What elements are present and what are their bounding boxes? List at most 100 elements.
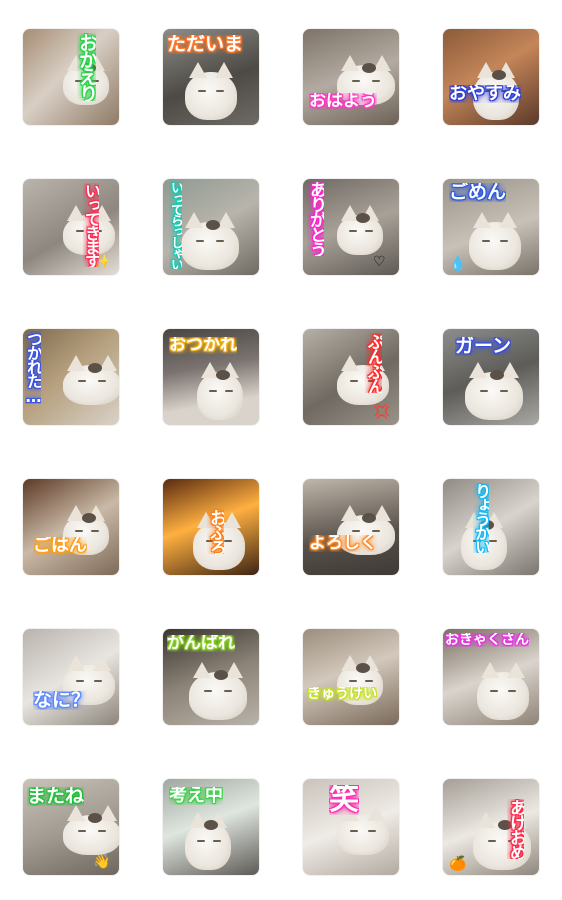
sticker-13[interactable]: ごはん [23, 479, 119, 575]
cat-ear [223, 512, 241, 528]
sticker-caption: おふろ [207, 509, 224, 554]
cat-eye [482, 240, 490, 243]
cat-eye [74, 530, 83, 533]
cat-ear [185, 212, 203, 228]
sticker-7[interactable]: ♡ ありがとう [303, 179, 399, 275]
sticker-caption: いってらっしゃい [169, 181, 182, 269]
cat-ear [93, 655, 111, 671]
cat-ear [341, 355, 359, 371]
sticker-caption: おはよう [309, 93, 377, 110]
sticker-1[interactable]: おかえり [23, 29, 119, 125]
sticker-18[interactable]: がんばれ [163, 629, 259, 725]
sticker-14[interactable]: おふろ [163, 479, 259, 575]
cat-eye [364, 230, 373, 233]
cat-eye [77, 380, 86, 383]
sticker-5[interactable]: ✨ いってきます [23, 179, 119, 275]
cat-eye [212, 840, 221, 843]
sticker-16[interactable]: りょうかい [443, 479, 539, 575]
cat-eye [371, 530, 380, 533]
sticker-3[interactable]: おはよう [303, 29, 399, 125]
cat-patch [204, 820, 218, 830]
sticker-11[interactable]: 💢 ぷんぷん [303, 329, 399, 425]
cat-eye [499, 390, 508, 393]
sticker-grid: おかえり ただいまおはよう おやすみ ✨ いってきます いってらっしゃい ♡ ありがとう 💧 ごめ… [0, 0, 562, 900]
sticker-15[interactable]: よろしく [303, 479, 399, 575]
cat-eye [351, 80, 360, 83]
sticker-caption: 笑 [329, 785, 359, 815]
sticker-caption: ありがとう [307, 181, 324, 256]
sticker-2[interactable]: ただいま [163, 29, 259, 125]
cat-eye [76, 680, 84, 683]
cat-eye [196, 840, 205, 843]
cat-patch [356, 663, 370, 673]
sticker-caption: おやすみ [449, 85, 521, 103]
cat-ear [469, 362, 487, 378]
sticker-20[interactable]: おきゃくさん [443, 629, 539, 725]
sticker-caption: ガーン [455, 337, 512, 356]
sticker-caption: ごめん [449, 183, 507, 202]
cat-eye [94, 680, 103, 683]
cat-eye [198, 90, 206, 93]
cat-patch [490, 370, 504, 380]
sticker-4[interactable]: おやすみ [443, 29, 539, 125]
cat-eye [490, 690, 498, 693]
cat-patch [88, 813, 102, 823]
cat-patch [216, 370, 230, 380]
cat-eye [508, 690, 517, 693]
cat-ear [341, 55, 359, 71]
sticker-caption: きゅうけい [307, 687, 377, 701]
cat-figure [337, 815, 389, 855]
sticker-6[interactable]: いってらっしゃい [163, 179, 259, 275]
cat-figure [469, 222, 521, 270]
cat-eye [487, 840, 496, 843]
cat-ear [477, 812, 495, 828]
sticker-12[interactable]: ガーン [443, 329, 539, 425]
cat-eye [348, 230, 357, 233]
cat-patch [88, 363, 102, 373]
cat-eye [90, 530, 99, 533]
decoration-icon: 👋 [93, 854, 111, 870]
sticker-caption: ぷんぷん [365, 333, 382, 393]
sticker-caption: りょうかい [473, 483, 489, 553]
cat-patch [82, 513, 96, 523]
sticker-caption: つかれた… [25, 331, 41, 404]
sticker-21[interactable]: 👋 またね [23, 779, 119, 875]
cat-eye [224, 390, 233, 393]
sticker-22[interactable]: 考え中 [163, 779, 259, 875]
decoration-icon: 💢 [373, 404, 391, 420]
sticker-caption: ごはん [33, 537, 87, 555]
cat-eye [216, 90, 225, 93]
cat-eye [351, 530, 360, 533]
cat-eye [350, 830, 358, 833]
cat-ear [481, 662, 499, 678]
sticker-caption: おつかれ [169, 337, 237, 354]
cat-patch [362, 513, 376, 523]
cat-ear [67, 805, 85, 821]
cat-eye [203, 690, 212, 693]
cat-eye [97, 380, 106, 383]
cat-figure [185, 72, 237, 120]
sticker-17[interactable]: なに？ [23, 629, 119, 725]
sticker-caption: おきゃくさん [445, 633, 529, 647]
cat-eye [208, 390, 217, 393]
sticker-caption: またね [27, 787, 85, 806]
sticker-9[interactable]: つかれた… [23, 329, 119, 425]
cat-eye [195, 240, 204, 243]
sticker-10[interactable]: おつかれ [163, 329, 259, 425]
cat-patch [362, 63, 376, 73]
decoration-icon: 💧 [449, 256, 467, 272]
decoration-icon: 🍊 [449, 856, 467, 872]
cat-ear [473, 212, 491, 228]
sticker-19[interactable]: きゅうけい [303, 629, 399, 725]
cat-eye [371, 80, 380, 83]
sticker-caption: おかえり [77, 33, 96, 101]
sticker-caption: あけおめ [507, 799, 524, 859]
cat-ear [507, 662, 525, 678]
sticker-24[interactable]: 🍊 あけおめ [443, 779, 539, 875]
cat-eye [348, 680, 357, 683]
cat-eye [479, 390, 488, 393]
sticker-caption: よろしく [309, 535, 377, 552]
sticker-23[interactable]: 笑 [303, 779, 399, 875]
cat-ear [67, 355, 85, 371]
sticker-8[interactable]: 💧 ごめん [443, 179, 539, 275]
